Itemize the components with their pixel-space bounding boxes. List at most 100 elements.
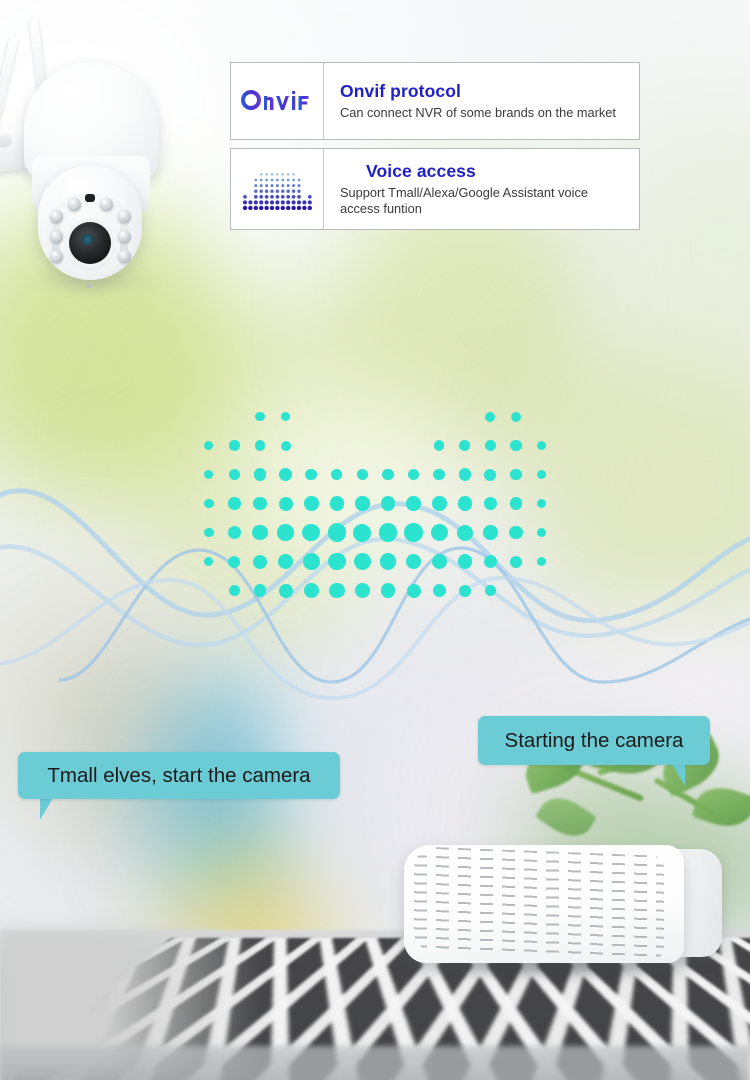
voice-icon-dot (287, 190, 290, 193)
voice-icon-dot (270, 195, 274, 199)
equalizer-dot (510, 556, 522, 568)
equalizer-dot (279, 584, 293, 598)
ir-led (68, 198, 81, 211)
equalizer-dot (229, 440, 239, 450)
equalizer-dot (459, 440, 470, 451)
equalizer-dot (328, 553, 346, 571)
product-marketing-banner: Tmall elves, start the camera Starting t… (0, 0, 750, 1080)
voice-icon-dot (282, 173, 284, 175)
voice-icon-dot (271, 173, 273, 175)
equalizer-dot (305, 469, 317, 481)
voice-icon-dot (265, 184, 268, 187)
equalizer-dot (458, 554, 472, 568)
voice-icon-dot (270, 190, 273, 193)
equalizer-dot (357, 469, 369, 481)
equalizer-dot (228, 497, 241, 510)
voice-icon-dot (286, 200, 290, 204)
equalizer-dot (204, 470, 213, 479)
equalizer-dot (485, 440, 496, 451)
feature-card-voice-access[interactable]: Voice access Support Tmall/Alexa/Google … (230, 148, 640, 230)
voice-icon-dot (292, 195, 296, 199)
voice-icon-dot (281, 200, 285, 204)
voice-icon-dot (260, 173, 262, 175)
feature-card-onvif[interactable]: Onvif protocol Can connect NVR of some b… (230, 62, 640, 140)
ir-led (118, 210, 131, 223)
camera-lens (69, 222, 111, 264)
equalizer-dot (510, 440, 521, 451)
voice-icon-dot (292, 173, 294, 175)
equalizer-dot (229, 469, 240, 480)
voice-icon-dot (254, 200, 258, 204)
equalizer-dot (433, 469, 445, 481)
equalizer-dot (404, 523, 422, 541)
equalizer-dot (255, 412, 265, 422)
voice-icon-dot (297, 190, 300, 193)
ir-led (100, 198, 113, 211)
equalizer-dot (281, 441, 291, 451)
voice-icon-dot (254, 195, 258, 199)
voice-icon-dot (298, 184, 301, 187)
voice-icon-dot (281, 184, 284, 187)
equalizer-dot (510, 497, 522, 509)
voice-icon-dot (287, 184, 290, 187)
equalizer-dot (406, 496, 421, 511)
voice-icon-dot (265, 200, 269, 204)
voice-icon-dot (308, 195, 312, 199)
voice-icon-dot (270, 206, 274, 210)
speech-bubble-user: Tmall elves, start the camera (18, 752, 340, 799)
equalizer-dot (381, 496, 395, 510)
ir-led (50, 230, 63, 243)
speaker-grille (414, 846, 664, 960)
speech-bubble-device: Starting the camera (478, 716, 710, 765)
onvif-card-title: Onvif protocol (340, 81, 631, 102)
voice-equalizer-dot-matrix (196, 402, 556, 614)
ir-led (118, 250, 131, 263)
equalizer-dot (304, 496, 319, 511)
voice-icon-dot (281, 206, 285, 210)
voice-icon-dot (254, 190, 257, 193)
voice-icon-dot (271, 179, 274, 182)
equalizer-dot (228, 556, 240, 568)
equalizer-dot (406, 554, 422, 570)
equalizer-dot (408, 469, 419, 480)
voice-icon-dot (292, 190, 295, 193)
equalizer-dot (279, 497, 293, 511)
equalizer-dot (328, 523, 346, 541)
onvif-card-body: Onvif protocol Can connect NVR of some b… (324, 63, 639, 139)
voice-icon-dot (259, 195, 263, 199)
voice-icon-dot (292, 184, 295, 187)
speech-bubble-device-text: Starting the camera (505, 729, 684, 753)
equalizer-dot (331, 469, 342, 480)
voice-icon-dot (281, 179, 284, 182)
voice-icon-dot (276, 179, 279, 182)
equalizer-dot (379, 523, 397, 541)
voice-icon-dot (302, 200, 306, 204)
equalizer-dot (537, 499, 547, 509)
onvif-card-description: Can connect NVR of some brands on the ma… (340, 105, 631, 121)
voice-icon-dot (275, 200, 279, 204)
equalizer-dot (459, 585, 471, 597)
voice-icon-dot (287, 179, 290, 182)
equalizer-dot (303, 553, 320, 570)
voice-icon-dot (265, 179, 268, 182)
equalizer-dot (434, 440, 444, 450)
equalizer-dot (353, 524, 371, 542)
equalizer-dot (354, 553, 372, 571)
equalizer-dot (537, 470, 546, 479)
equalizer-dot (458, 496, 472, 510)
equalizer-dot (329, 583, 345, 599)
equalizer-dot (459, 468, 471, 480)
equalizer-dot (204, 499, 214, 509)
equalizer-dot (277, 524, 293, 540)
voice-card-title: Voice access (366, 161, 631, 182)
voice-icon-dot (276, 195, 280, 199)
equalizer-dot (252, 525, 267, 540)
voice-icon-dot (276, 173, 278, 175)
voice-icon-dot (286, 195, 290, 199)
voice-icon-dot (248, 206, 252, 210)
camera-sensor (85, 194, 95, 202)
voice-icon-dot (243, 206, 247, 210)
camera-microphone (87, 284, 91, 288)
equalizer-dot (509, 526, 522, 539)
bubble-tail-device (672, 764, 685, 786)
